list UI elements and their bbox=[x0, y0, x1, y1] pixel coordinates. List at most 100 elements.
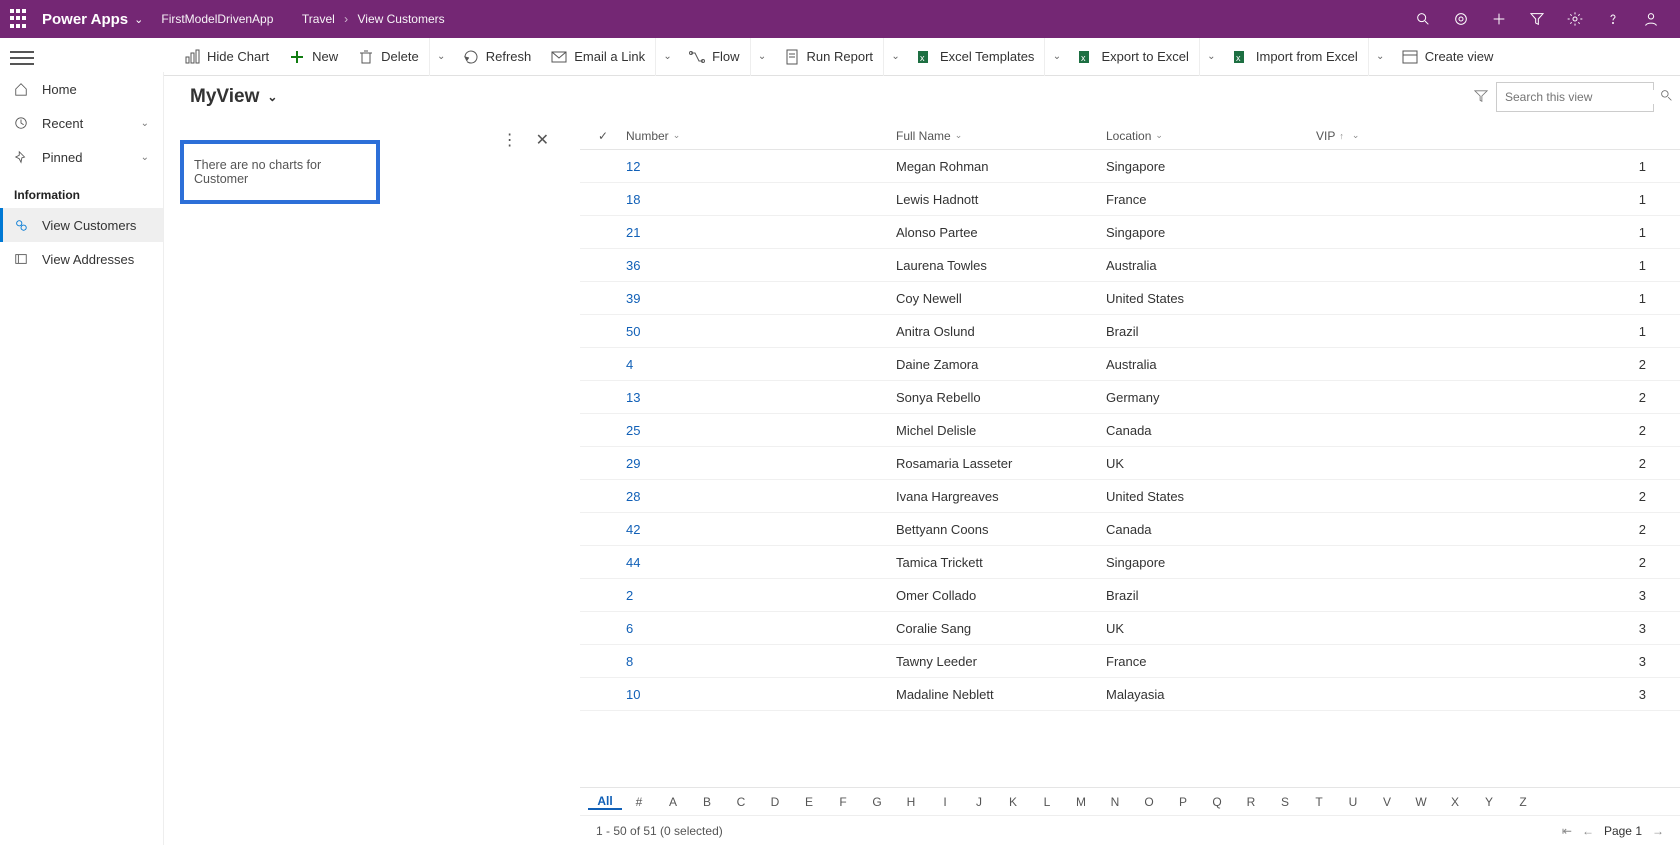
cell-number[interactable]: 4 bbox=[626, 357, 896, 372]
select-all-checkbox[interactable]: ✓ bbox=[598, 129, 626, 143]
target-icon[interactable] bbox=[1442, 0, 1480, 38]
report-split-chevron-icon[interactable]: ⌄ bbox=[883, 38, 907, 76]
cell-number[interactable]: 21 bbox=[626, 225, 896, 240]
alpha-g[interactable]: G bbox=[860, 795, 894, 809]
table-row[interactable]: 25Michel DelisleCanada2 bbox=[580, 414, 1680, 447]
cell-number[interactable]: 25 bbox=[626, 423, 896, 438]
table-row[interactable]: 13Sonya RebelloGermany2 bbox=[580, 381, 1680, 414]
brand-chevron-icon[interactable]: ⌄ bbox=[134, 13, 143, 26]
next-page-icon[interactable]: → bbox=[1652, 824, 1664, 838]
cell-number[interactable]: 13 bbox=[626, 390, 896, 405]
export-split-chevron-icon[interactable]: ⌄ bbox=[1199, 38, 1223, 76]
grid-body[interactable]: 12Megan RohmanSingapore118Lewis HadnottF… bbox=[580, 150, 1680, 787]
new-button[interactable]: New bbox=[279, 38, 348, 76]
alpha-h[interactable]: H bbox=[894, 795, 928, 809]
table-row[interactable]: 6Coralie SangUK3 bbox=[580, 612, 1680, 645]
col-header-vip[interactable]: VIP↑⌄ bbox=[1316, 129, 1680, 143]
table-row[interactable]: 10Madaline NeblettMalayasia3 bbox=[580, 678, 1680, 711]
view-selector[interactable]: MyView ⌄ bbox=[190, 86, 277, 108]
col-header-fullname[interactable]: Full Name⌄ bbox=[896, 129, 1106, 143]
cell-number[interactable]: 50 bbox=[626, 324, 896, 339]
alpha-l[interactable]: L bbox=[1030, 795, 1064, 809]
sidebar-toggle-icon[interactable] bbox=[10, 47, 34, 69]
chart-more-icon[interactable]: ⋮ bbox=[502, 130, 518, 150]
alpha-m[interactable]: M bbox=[1064, 795, 1098, 809]
app-launcher-icon[interactable] bbox=[10, 9, 30, 29]
alpha-y[interactable]: Y bbox=[1472, 795, 1506, 809]
refresh-button[interactable]: Refresh bbox=[453, 38, 542, 76]
add-icon[interactable] bbox=[1480, 0, 1518, 38]
alpha-all[interactable]: All bbox=[588, 794, 622, 810]
delete-button[interactable]: Delete bbox=[348, 38, 429, 76]
help-icon[interactable] bbox=[1594, 0, 1632, 38]
cell-number[interactable]: 36 bbox=[626, 258, 896, 273]
email-split-chevron-icon[interactable]: ⌄ bbox=[655, 38, 679, 76]
import-excel-button[interactable]: x Import from Excel bbox=[1223, 38, 1368, 76]
alpha-o[interactable]: O bbox=[1132, 795, 1166, 809]
table-row[interactable]: 21Alonso ParteeSingapore1 bbox=[580, 216, 1680, 249]
chevron-down-icon[interactable]: ⌄ bbox=[141, 152, 149, 163]
cell-number[interactable]: 18 bbox=[626, 192, 896, 207]
alpha-u[interactable]: U bbox=[1336, 795, 1370, 809]
create-view-button[interactable]: Create view bbox=[1392, 38, 1504, 76]
table-row[interactable]: 12Megan RohmanSingapore1 bbox=[580, 150, 1680, 183]
cell-number[interactable]: 10 bbox=[626, 687, 896, 702]
alpha-hash[interactable]: # bbox=[622, 795, 656, 809]
table-row[interactable]: 8Tawny LeederFrance3 bbox=[580, 645, 1680, 678]
breadcrumb-area[interactable]: Travel bbox=[302, 12, 335, 26]
close-chart-icon[interactable]: ✕ bbox=[536, 130, 549, 150]
cell-number[interactable]: 28 bbox=[626, 489, 896, 504]
table-row[interactable]: 39Coy NewellUnited States1 bbox=[580, 282, 1680, 315]
alpha-s[interactable]: S bbox=[1268, 795, 1302, 809]
table-row[interactable]: 2Omer ColladoBrazil3 bbox=[580, 579, 1680, 612]
alpha-a[interactable]: A bbox=[656, 795, 690, 809]
col-header-number[interactable]: Number⌄ bbox=[626, 129, 896, 143]
delete-split-chevron-icon[interactable]: ⌄ bbox=[429, 38, 453, 76]
alpha-e[interactable]: E bbox=[792, 795, 826, 809]
alpha-z[interactable]: Z bbox=[1506, 795, 1540, 809]
table-row[interactable]: 36Laurena TowlesAustralia1 bbox=[580, 249, 1680, 282]
alpha-r[interactable]: R bbox=[1234, 795, 1268, 809]
import-split-chevron-icon[interactable]: ⌄ bbox=[1368, 38, 1392, 76]
search-view-input[interactable] bbox=[1496, 82, 1654, 112]
excel-templates-button[interactable]: x Excel Templates bbox=[907, 38, 1044, 76]
chevron-down-icon[interactable]: ⌄ bbox=[141, 118, 149, 129]
flow-button[interactable]: Flow bbox=[679, 38, 749, 76]
alpha-v[interactable]: V bbox=[1370, 795, 1404, 809]
table-row[interactable]: 44Tamica TrickettSingapore2 bbox=[580, 546, 1680, 579]
cell-number[interactable]: 8 bbox=[626, 654, 896, 669]
nav-pinned[interactable]: Pinned ⌄ bbox=[0, 140, 163, 174]
alpha-f[interactable]: F bbox=[826, 795, 860, 809]
export-excel-button[interactable]: x Export to Excel bbox=[1068, 38, 1198, 76]
breadcrumb-page[interactable]: View Customers bbox=[357, 12, 444, 26]
prev-page-icon[interactable]: ← bbox=[1582, 824, 1594, 838]
gear-icon[interactable] bbox=[1556, 0, 1594, 38]
alpha-k[interactable]: K bbox=[996, 795, 1030, 809]
nav-recent[interactable]: Recent ⌄ bbox=[0, 106, 163, 140]
alpha-i[interactable]: I bbox=[928, 795, 962, 809]
alpha-w[interactable]: W bbox=[1404, 795, 1438, 809]
cell-number[interactable]: 6 bbox=[626, 621, 896, 636]
alpha-b[interactable]: B bbox=[690, 795, 724, 809]
tpl-split-chevron-icon[interactable]: ⌄ bbox=[1044, 38, 1068, 76]
alpha-p[interactable]: P bbox=[1166, 795, 1200, 809]
cell-number[interactable]: 12 bbox=[626, 159, 896, 174]
nav-view-customers[interactable]: View Customers bbox=[0, 208, 163, 242]
alpha-q[interactable]: Q bbox=[1200, 795, 1234, 809]
filter-icon[interactable] bbox=[1466, 89, 1496, 106]
first-page-icon[interactable]: ⇤ bbox=[1562, 824, 1572, 838]
search-icon[interactable] bbox=[1660, 89, 1673, 105]
cell-number[interactable]: 44 bbox=[626, 555, 896, 570]
alpha-j[interactable]: J bbox=[962, 795, 996, 809]
alpha-t[interactable]: T bbox=[1302, 795, 1336, 809]
email-link-button[interactable]: Email a Link bbox=[541, 38, 655, 76]
table-row[interactable]: 50Anitra OslundBrazil1 bbox=[580, 315, 1680, 348]
table-row[interactable]: 42Bettyann CoonsCanada2 bbox=[580, 513, 1680, 546]
cell-number[interactable]: 29 bbox=[626, 456, 896, 471]
alpha-d[interactable]: D bbox=[758, 795, 792, 809]
cell-number[interactable]: 42 bbox=[626, 522, 896, 537]
filter-icon[interactable] bbox=[1518, 0, 1556, 38]
hide-chart-button[interactable]: Hide Chart bbox=[174, 38, 279, 76]
cell-number[interactable]: 39 bbox=[626, 291, 896, 306]
table-row[interactable]: 18Lewis HadnottFrance1 bbox=[580, 183, 1680, 216]
